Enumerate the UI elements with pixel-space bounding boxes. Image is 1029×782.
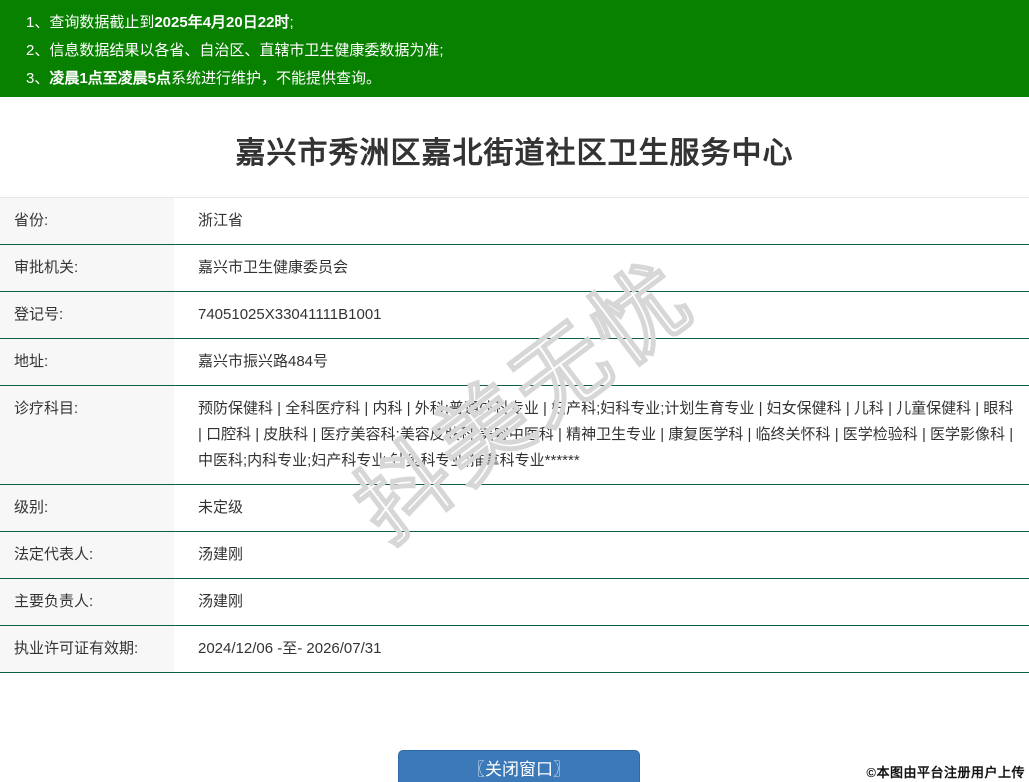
table-row-main-person-in-charge: 主要负责人: 汤建刚: [0, 578, 1029, 625]
table-row-approval-authority: 审批机关: 嘉兴市卫生健康委员会: [0, 244, 1029, 291]
notice-line: 3、凌晨1点至凌晨5点系统进行维护，不能提供查询。: [26, 65, 1019, 93]
row-label: 级别:: [0, 485, 174, 531]
row-value: 74051025X33041111B1001: [198, 306, 382, 323]
table-row-legal-representative: 法定代表人: 汤建刚: [0, 531, 1029, 578]
row-label: 地址:: [0, 339, 174, 385]
notice-banner: 1、查询数据截止到2025年4月20日22时; 2、信息数据结果以各省、自治区、…: [0, 0, 1029, 97]
row-label: 登记号:: [0, 292, 174, 338]
notice-text: ;: [289, 14, 294, 31]
row-value: 汤建刚: [198, 546, 244, 563]
row-value: 预防保健科 | 全科医疗科 | 内科 | 外科;普通外科专业 | 妇产科;妇科专…: [198, 400, 1014, 469]
row-label: 诊疗科目:: [0, 386, 174, 484]
row-value: 2024/12/06 -至- 2026/07/31: [198, 640, 382, 657]
table-row-province: 省份: 浙江省: [0, 198, 1029, 244]
row-value: 浙江省: [198, 212, 244, 229]
row-value: 嘉兴市振兴路484号: [198, 353, 329, 370]
table-row-level: 级别: 未定级: [0, 484, 1029, 531]
row-value: 嘉兴市卫生健康委员会: [198, 259, 349, 276]
row-label: 执业许可证有效期:: [0, 626, 174, 672]
page-title: 嘉兴市秀洲区嘉北街道社区卫生服务中心: [235, 137, 794, 170]
info-table: 省份: 浙江省 审批机关: 嘉兴市卫生健康委员会 登记号: 74051025X3…: [0, 197, 1029, 673]
close-window-button[interactable]: 〖关闭窗口〗: [398, 750, 640, 782]
row-value: 未定级: [198, 499, 244, 516]
table-row-license-validity: 执业许可证有效期: 2024/12/06 -至- 2026/07/31: [0, 625, 1029, 672]
notice-line: 2、信息数据结果以各省、自治区、直辖市卫生健康委数据为准;: [26, 37, 1019, 65]
table-row-medical-subjects: 诊疗科目: 预防保健科 | 全科医疗科 | 内科 | 外科;普通外科专业 | 妇…: [0, 385, 1029, 484]
row-label: 审批机关:: [0, 245, 174, 291]
notice-text: 系统进行维护，不能提供查询。: [171, 70, 382, 87]
notice-bold-text: 凌晨1点至凌晨5点: [49, 70, 172, 87]
table-row-registration-number: 登记号: 74051025X33041111B1001: [0, 291, 1029, 338]
notice-text: 2、信息数据结果以各省、自治区、直辖市卫生健康委数据为准;: [26, 42, 444, 59]
row-label: 法定代表人:: [0, 532, 174, 578]
row-label: 省份:: [0, 198, 174, 244]
notice-line: 1、查询数据截止到2025年4月20日22时;: [26, 9, 1019, 37]
row-label: 主要负责人:: [0, 579, 174, 625]
row-value: 汤建刚: [198, 593, 244, 610]
table-row-address: 地址: 嘉兴市振兴路484号: [0, 338, 1029, 385]
notice-text: 1、查询数据截止到: [26, 14, 155, 31]
notice-text: 3、: [26, 70, 50, 87]
notice-bold-text: 2025年4月20日22时: [154, 14, 290, 31]
upload-credit: ©本图由平台注册用户上传: [866, 765, 1025, 780]
